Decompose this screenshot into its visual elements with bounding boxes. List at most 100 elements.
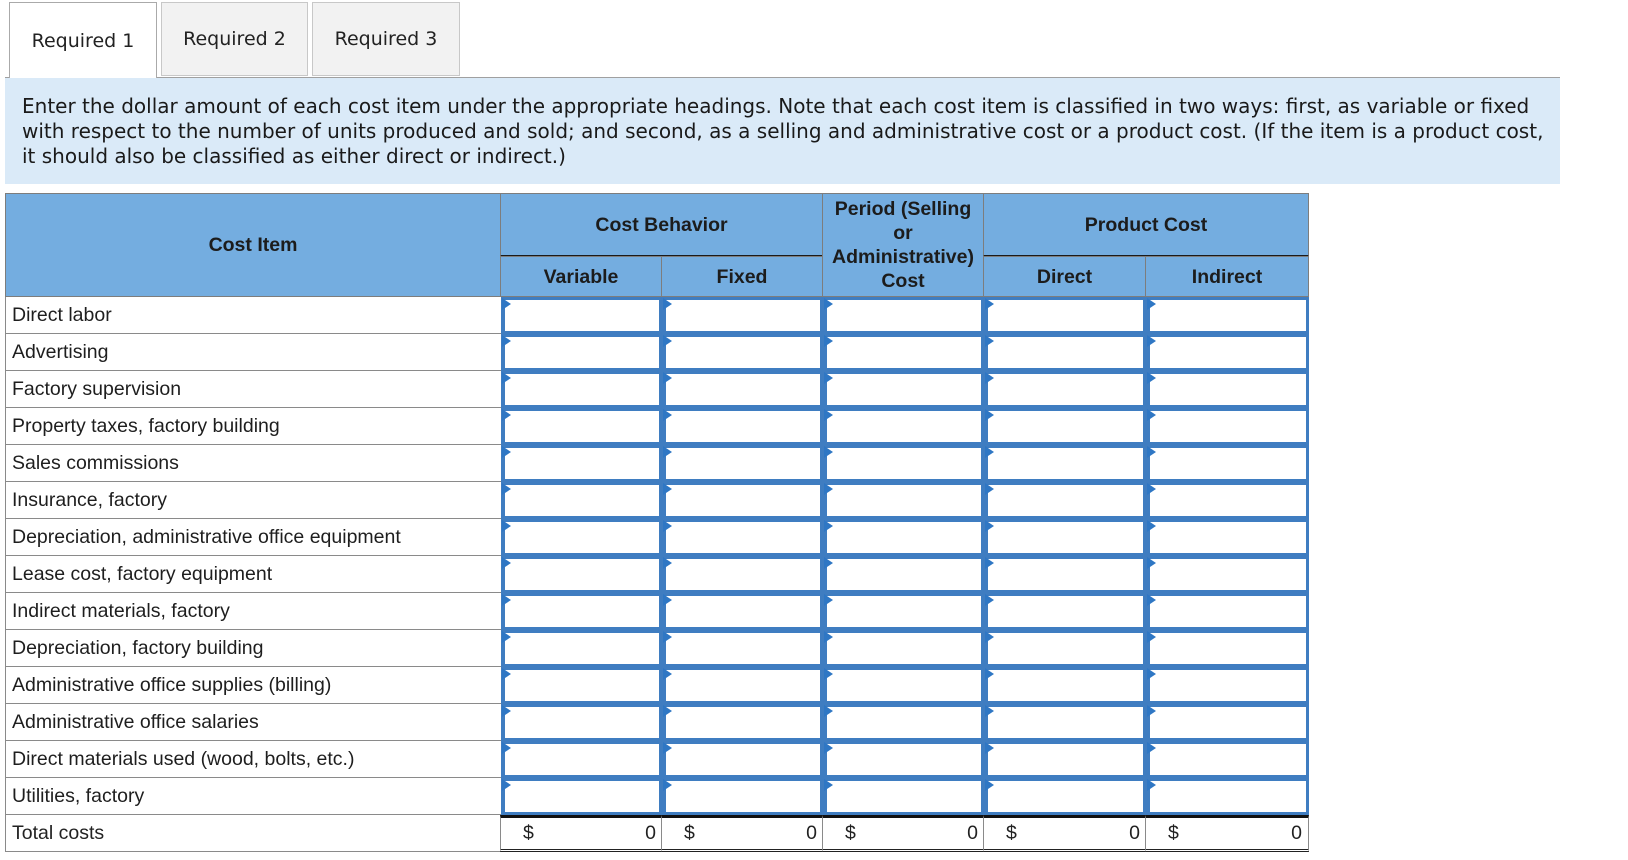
- instructions-text: Enter the dollar amount of each cost ite…: [22, 94, 1544, 168]
- fixed-input[interactable]: [666, 633, 820, 664]
- direct-cell: [984, 556, 1146, 593]
- tab-required-1[interactable]: Required 1: [9, 2, 157, 78]
- period-input[interactable]: [827, 596, 981, 627]
- fixed-input[interactable]: [666, 781, 820, 812]
- variable-cell: [501, 704, 662, 741]
- period-input[interactable]: [827, 744, 981, 775]
- period-input[interactable]: [827, 374, 981, 405]
- fixed-input[interactable]: [666, 522, 820, 553]
- tab-required-2[interactable]: Required 2: [161, 2, 308, 76]
- fixed-input[interactable]: [666, 485, 820, 516]
- fixed-input[interactable]: [666, 448, 820, 479]
- variable-input[interactable]: [505, 448, 659, 479]
- header-period-cost-line: or: [893, 222, 913, 244]
- fixed-input[interactable]: [666, 670, 820, 701]
- indirect-input[interactable]: [1150, 374, 1306, 405]
- indirect-input[interactable]: [1150, 633, 1306, 664]
- period-input[interactable]: [827, 781, 981, 812]
- fixed-input[interactable]: [666, 744, 820, 775]
- fixed-input[interactable]: [666, 411, 820, 442]
- period-cell: [823, 334, 984, 371]
- period-input[interactable]: [827, 559, 981, 590]
- direct-input[interactable]: [988, 522, 1143, 553]
- period-input[interactable]: [827, 448, 981, 479]
- header-indirect-label: Indirect: [1191, 265, 1263, 288]
- indirect-cell: [1146, 371, 1309, 408]
- direct-input[interactable]: [988, 485, 1143, 516]
- variable-input[interactable]: [505, 633, 659, 664]
- direct-input[interactable]: [988, 448, 1143, 479]
- direct-input[interactable]: [988, 670, 1143, 701]
- direct-input[interactable]: [988, 596, 1143, 627]
- tab-required-3[interactable]: Required 3: [312, 2, 460, 76]
- variable-input[interactable]: [505, 411, 659, 442]
- indirect-input[interactable]: [1150, 670, 1306, 701]
- period-input[interactable]: [827, 337, 981, 368]
- indirect-input[interactable]: [1150, 707, 1306, 738]
- variable-input[interactable]: [505, 781, 659, 812]
- indirect-input[interactable]: [1150, 596, 1306, 627]
- variable-input[interactable]: [505, 374, 659, 405]
- cost-item-label: Administrative office salaries: [5, 704, 520, 741]
- variable-input[interactable]: [505, 707, 659, 738]
- fixed-input[interactable]: [666, 337, 820, 368]
- period-cell: [823, 482, 984, 519]
- period-cell: [823, 741, 984, 778]
- header-cost-item-label: Cost Item: [208, 234, 298, 256]
- variable-input[interactable]: [505, 596, 659, 627]
- variable-cell: [501, 556, 662, 593]
- indirect-input[interactable]: [1150, 300, 1306, 331]
- variable-input[interactable]: [505, 300, 659, 331]
- header-product-cost-label: Product Cost: [1084, 213, 1208, 236]
- direct-input[interactable]: [988, 337, 1143, 368]
- period-input[interactable]: [827, 707, 981, 738]
- fixed-input[interactable]: [666, 707, 820, 738]
- direct-input[interactable]: [988, 374, 1143, 405]
- cost-item-label: Utilities, factory: [5, 778, 520, 815]
- header-cost-behavior-label: Cost Behavior: [595, 213, 728, 236]
- variable-input[interactable]: [505, 522, 659, 553]
- direct-input[interactable]: [988, 633, 1143, 664]
- period-input[interactable]: [827, 411, 981, 442]
- variable-input[interactable]: [505, 559, 659, 590]
- direct-input[interactable]: [988, 559, 1143, 590]
- fixed-input[interactable]: [666, 300, 820, 331]
- period-cell: [823, 297, 984, 334]
- variable-input[interactable]: [505, 670, 659, 701]
- period-input[interactable]: [827, 670, 981, 701]
- period-cell: [823, 408, 984, 445]
- variable-input[interactable]: [505, 337, 659, 368]
- direct-input[interactable]: [988, 411, 1143, 442]
- indirect-input[interactable]: [1150, 411, 1306, 442]
- indirect-input[interactable]: [1150, 522, 1306, 553]
- variable-input[interactable]: [505, 485, 659, 516]
- indirect-cell: [1146, 593, 1309, 630]
- fixed-cell: [662, 593, 823, 630]
- period-cell: [823, 445, 984, 482]
- direct-cell: [984, 704, 1146, 741]
- period-input[interactable]: [827, 633, 981, 664]
- total-value: 0: [1291, 822, 1302, 844]
- fixed-input[interactable]: [666, 559, 820, 590]
- indirect-input[interactable]: [1150, 744, 1306, 775]
- period-input[interactable]: [827, 485, 981, 516]
- indirect-input[interactable]: [1150, 337, 1306, 368]
- direct-input[interactable]: [988, 707, 1143, 738]
- direct-input[interactable]: [988, 744, 1143, 775]
- direct-input[interactable]: [988, 781, 1143, 812]
- indirect-cell: [1146, 482, 1309, 519]
- period-input[interactable]: [827, 522, 981, 553]
- period-cell: [823, 593, 984, 630]
- fixed-cell: [662, 482, 823, 519]
- period-input[interactable]: [827, 300, 981, 331]
- direct-input[interactable]: [988, 300, 1143, 331]
- fixed-input[interactable]: [666, 374, 820, 405]
- period-cell: [823, 556, 984, 593]
- variable-input[interactable]: [505, 744, 659, 775]
- direct-cell: [984, 667, 1146, 704]
- fixed-input[interactable]: [666, 596, 820, 627]
- indirect-input[interactable]: [1150, 448, 1306, 479]
- indirect-input[interactable]: [1150, 485, 1306, 516]
- indirect-input[interactable]: [1150, 781, 1306, 812]
- indirect-input[interactable]: [1150, 559, 1306, 590]
